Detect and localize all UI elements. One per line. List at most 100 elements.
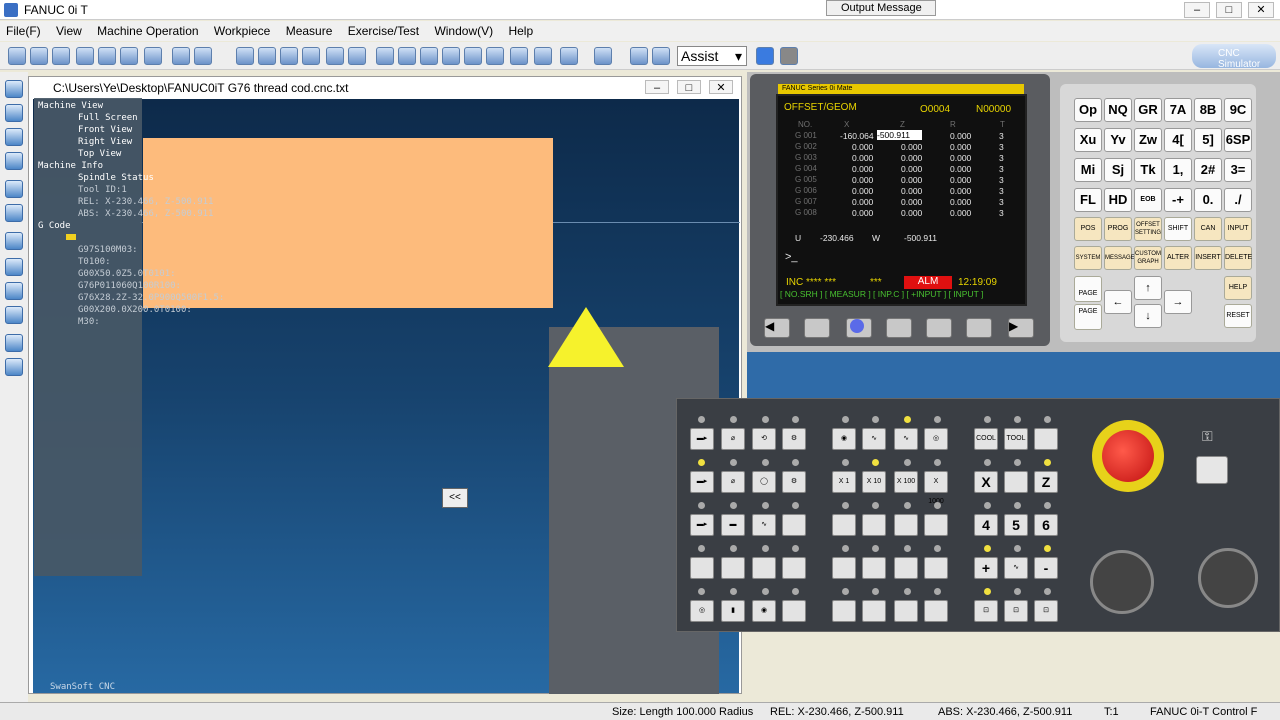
key-6[interactable]: 6SP	[1224, 128, 1252, 152]
panel-blank-button[interactable]	[894, 514, 918, 536]
tree-g-code[interactable]: G Code	[38, 221, 71, 231]
step-x10-button[interactable]: X 10	[862, 471, 886, 493]
menu-help[interactable]: Help	[502, 21, 539, 41]
panel-blank-button[interactable]	[1034, 428, 1058, 450]
key-dot[interactable]: ./	[1224, 188, 1252, 212]
minimize-button[interactable]: –	[1184, 2, 1210, 18]
tree-machine-view[interactable]: Machine View	[38, 101, 103, 111]
spindle-cw-button[interactable]: ◎	[690, 600, 714, 622]
key-reset[interactable]: RESET	[1224, 304, 1252, 328]
key-can[interactable]: CAN	[1194, 217, 1222, 241]
z-lock-button[interactable]: ∿	[752, 514, 776, 536]
stop-icon[interactable]	[780, 47, 798, 65]
measure-icon[interactable]	[376, 47, 394, 65]
panel-blank-button[interactable]	[832, 557, 856, 579]
key-z[interactable]: Zw	[1134, 128, 1162, 152]
key-h[interactable]: HD	[1104, 188, 1132, 212]
key-m[interactable]: Mi	[1074, 158, 1102, 182]
side-tool-11-icon[interactable]	[5, 334, 23, 352]
panel-blank-button[interactable]	[862, 514, 886, 536]
key-eob[interactable]: EOB	[1134, 188, 1162, 212]
panel-blank-button[interactable]	[782, 600, 806, 622]
tree-right-view[interactable]: Right View	[78, 137, 132, 147]
film-icon[interactable]	[652, 47, 670, 65]
key-delete[interactable]: DELETE	[1224, 246, 1252, 270]
step-x100-button[interactable]: X 100	[894, 471, 918, 493]
input-prompt[interactable]: >_	[785, 251, 798, 263]
tool-icon[interactable]	[236, 47, 254, 65]
chuck-icon[interactable]	[280, 47, 298, 65]
jog-minus-button[interactable]: -	[1034, 557, 1058, 579]
lamp-icon[interactable]	[326, 47, 344, 65]
cursor-right-key[interactable]: →	[1164, 290, 1192, 314]
side-tool-12-icon[interactable]	[5, 358, 23, 376]
axis-z-button[interactable]: Z	[1034, 471, 1058, 493]
key-message[interactable]: MESSAGE	[1104, 246, 1135, 270]
key-1[interactable]: 1,	[1164, 158, 1192, 182]
handwheel-button[interactable]: ◎	[924, 428, 948, 450]
menu-machine-operation[interactable]: Machine Operation	[91, 21, 204, 41]
solid-view-icon[interactable]	[194, 47, 212, 65]
record-icon[interactable]	[630, 47, 648, 65]
key-offset-setting[interactable]: OFFSET SETTING	[1134, 217, 1162, 241]
door-icon[interactable]	[348, 47, 366, 65]
feed-override-dial[interactable]	[1090, 550, 1154, 614]
view-minimize-button[interactable]: –	[645, 80, 669, 94]
tree-spindle-status[interactable]: Spindle Status	[78, 173, 154, 183]
rapid-button[interactable]: ∿	[1004, 557, 1028, 579]
key-n[interactable]: NQ	[1104, 98, 1132, 122]
select-box-icon[interactable]	[144, 47, 162, 65]
cursor-left-key[interactable]: ←	[1104, 290, 1132, 314]
key-4[interactable]: 4[	[1164, 128, 1192, 152]
cycle-start-button[interactable]: ⊡	[974, 600, 998, 622]
key-y[interactable]: Yv	[1104, 128, 1132, 152]
key-5-button[interactable]: 5	[1004, 514, 1028, 536]
side-tool-2-icon[interactable]	[5, 104, 23, 122]
zoom-window-icon[interactable]	[76, 47, 94, 65]
panel-blank-button[interactable]	[924, 600, 948, 622]
tree-full-screen[interactable]: Full Screen	[78, 113, 138, 123]
panel-blank-button[interactable]	[1004, 471, 1028, 493]
menu-workpiece[interactable]: Workpiece	[208, 21, 276, 41]
jog-button[interactable]: ∿	[862, 428, 886, 450]
softkey-right-arrow[interactable]: ▶	[1008, 318, 1034, 338]
softkey-5[interactable]	[966, 318, 992, 338]
spindle-override-dial[interactable]	[1198, 548, 1258, 608]
cursor-up-key[interactable]: ↑	[1134, 276, 1162, 300]
view-restore-button[interactable]: □	[677, 80, 701, 94]
panel-blank-button[interactable]	[862, 600, 886, 622]
key-o[interactable]: Op	[1074, 98, 1102, 122]
key-alter[interactable]: ALTER	[1164, 246, 1192, 270]
side-tool-1-icon[interactable]	[5, 80, 23, 98]
panel-blank-button[interactable]	[894, 600, 918, 622]
optional-stop-button[interactable]: ◯	[752, 471, 776, 493]
softkey-1[interactable]	[804, 318, 830, 338]
pan-hand-icon[interactable]	[98, 47, 116, 65]
offset-row-z-cursor[interactable]: -500.911	[877, 130, 922, 140]
panel-blank-button[interactable]	[690, 557, 714, 579]
zoom-out-icon[interactable]	[52, 47, 70, 65]
tool-change-button[interactable]: TOOL	[1004, 428, 1028, 450]
key-shift[interactable]: SHIFT	[1164, 217, 1192, 241]
side-tool-4-icon[interactable]	[5, 152, 23, 170]
panel-blank-button[interactable]	[832, 514, 856, 536]
cursor-down-key[interactable]: ↓	[1134, 304, 1162, 328]
key-prog[interactable]: PROG	[1104, 217, 1132, 241]
side-tool-10-icon[interactable]	[5, 306, 23, 324]
key-s[interactable]: Sj	[1104, 158, 1132, 182]
key-help[interactable]: HELP	[1224, 276, 1252, 300]
machine-lock-button[interactable]: ▬	[721, 514, 745, 536]
view-8-icon[interactable]	[560, 47, 578, 65]
menu-window[interactable]: Window(V)	[428, 21, 499, 41]
view-1-icon[interactable]	[398, 47, 416, 65]
save-icon[interactable]	[8, 47, 26, 65]
mode-dnc-button[interactable]: ⚙	[782, 428, 806, 450]
menu-exercise-test[interactable]: Exercise/Test	[342, 21, 425, 41]
key-7[interactable]: 7A	[1164, 98, 1192, 122]
panel-blank-button[interactable]	[752, 557, 776, 579]
side-tool-8-icon[interactable]	[5, 258, 23, 276]
coolant-icon[interactable]	[302, 47, 320, 65]
side-tool-6-icon[interactable]	[5, 204, 23, 222]
softkey-left-arrow[interactable]: ◀	[764, 318, 790, 338]
coolant-button[interactable]: COOL	[974, 428, 998, 450]
